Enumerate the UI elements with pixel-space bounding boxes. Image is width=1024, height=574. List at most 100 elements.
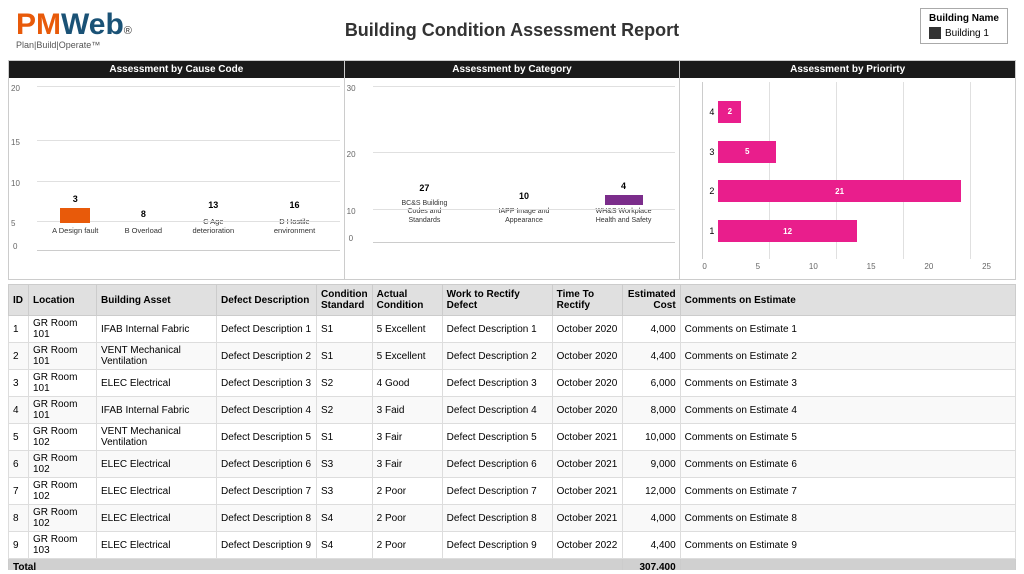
table-row: 6 GR Room 102 ELEC Electrical Defect Des…	[9, 451, 1016, 478]
data-table-section: ID Location Building Asset Defect Descri…	[8, 284, 1016, 570]
bar-d-label: D Hostile environment	[265, 217, 325, 235]
hbar-1-value: 12	[783, 227, 792, 236]
cell-actual: 4 Good	[372, 370, 442, 397]
y-label-15: 15	[11, 138, 20, 147]
cell-cost: 9,000	[622, 451, 680, 478]
table-row: 2 GR Room 101 VENT Mechanical Ventilatio…	[9, 343, 1016, 370]
grid2-10	[373, 209, 676, 210]
bar-b: 8 B Overload	[125, 223, 163, 235]
cell-cond-std: S1	[317, 424, 373, 451]
hbar-label-3: 3	[702, 147, 714, 157]
x-15: 15	[867, 262, 876, 271]
cell-id: 9	[9, 532, 29, 559]
cell-asset: VENT Mechanical Ventilation	[97, 343, 217, 370]
cell-cond-std: S1	[317, 316, 373, 343]
cell-id: 5	[9, 424, 29, 451]
cell-time: October 2021	[552, 505, 622, 532]
table-row: 9 GR Room 103 ELEC Electrical Defect Des…	[9, 532, 1016, 559]
cell-location: GR Room 101	[29, 370, 97, 397]
bar-a-rect: 3	[60, 208, 90, 223]
hbar-label-4: 4	[702, 107, 714, 117]
cell-defect: Defect Description 4	[217, 397, 317, 424]
table-row: 3 GR Room 101 ELEC Electrical Defect Des…	[9, 370, 1016, 397]
logo-pm: PM	[16, 8, 61, 42]
cell-work: Defect Description 3	[442, 370, 552, 397]
bar-c-label: C Age deterioration	[188, 217, 238, 235]
cell-comments: Comments on Estimate 4	[680, 397, 1015, 424]
bar-c-value: 13	[208, 200, 218, 210]
x-5: 5	[756, 262, 760, 271]
cell-defect: Defect Description 3	[217, 370, 317, 397]
cell-asset: ELEC Electrical	[97, 451, 217, 478]
cell-comments: Comments on Estimate 1	[680, 316, 1015, 343]
cell-comments: Comments on Estimate 5	[680, 424, 1015, 451]
cell-actual: 3 Faid	[372, 397, 442, 424]
cell-cond-std: S2	[317, 397, 373, 424]
x-10: 10	[809, 262, 818, 271]
cell-actual: 2 Poor	[372, 532, 442, 559]
cell-cond-std: S3	[317, 478, 373, 505]
x-25: 25	[982, 262, 991, 271]
cell-actual: 5 Excellent	[372, 316, 442, 343]
cell-defect: Defect Description 7	[217, 478, 317, 505]
cat-bar-3: 4 WH&S Workplace Health and Safety	[591, 195, 656, 225]
header: PM Web ® Plan|Build|Operate™ Building Co…	[0, 0, 1024, 60]
page: PM Web ® Plan|Build|Operate™ Building Co…	[0, 0, 1024, 574]
cell-time: October 2021	[552, 424, 622, 451]
hbar-4: 2	[718, 101, 741, 123]
charts-section: Assessment by Cause Code 20 15 10 5 0	[8, 60, 1016, 280]
bar-b-label: B Overload	[125, 226, 163, 235]
cell-defect: Defect Description 2	[217, 343, 317, 370]
cell-actual: 2 Poor	[372, 505, 442, 532]
vgrid-20	[970, 82, 971, 259]
cell-cost: 12,000	[622, 478, 680, 505]
x-20: 20	[924, 262, 933, 271]
cell-comments: Comments on Estimate 7	[680, 478, 1015, 505]
grid-15	[37, 140, 340, 141]
cell-work: Defect Description 9	[442, 532, 552, 559]
hbar-row-2: 2 21	[702, 180, 991, 202]
cell-time: October 2021	[552, 478, 622, 505]
cell-location: GR Room 103	[29, 532, 97, 559]
cell-work: Defect Description 1	[442, 316, 552, 343]
col-header-asset: Building Asset	[97, 285, 217, 316]
legend-color	[929, 27, 941, 39]
cat-bar-3-value: 4	[621, 181, 626, 191]
cell-work: Defect Description 6	[442, 451, 552, 478]
cell-defect: Defect Description 9	[217, 532, 317, 559]
cell-defect: Defect Description 8	[217, 505, 317, 532]
cell-location: GR Room 101	[29, 316, 97, 343]
cell-defect: Defect Description 6	[217, 451, 317, 478]
cat-bar-1: 27 BC&S Building Codes and Standards	[392, 197, 457, 225]
bar-b-value: 8	[141, 209, 146, 219]
col-header-work: Work to Rectify Defect	[442, 285, 552, 316]
x-axis-labels: 0 5 10 15 20 25	[702, 262, 991, 271]
cell-asset: ELEC Electrical	[97, 505, 217, 532]
category-title: Assessment by Category	[345, 61, 680, 78]
cell-time: October 2020	[552, 397, 622, 424]
cat-bar-3-label: WH&S Workplace Health and Safety	[591, 208, 656, 225]
cell-comments: Comments on Estimate 2	[680, 343, 1015, 370]
cell-cond-std: S4	[317, 505, 373, 532]
cell-cond-std: S4	[317, 532, 373, 559]
bar-c: 13 C Age deterioration	[188, 214, 238, 235]
cell-time: October 2022	[552, 532, 622, 559]
logo-web: Web	[61, 8, 124, 42]
hbar-row-1: 1 12	[702, 220, 991, 242]
cell-cond-std: S3	[317, 451, 373, 478]
cell-id: 6	[9, 451, 29, 478]
hbar-label-2: 2	[702, 186, 714, 196]
cell-id: 4	[9, 397, 29, 424]
cell-location: GR Room 102	[29, 451, 97, 478]
cell-comments: Comments on Estimate 8	[680, 505, 1015, 532]
table-header-row: ID Location Building Asset Defect Descri…	[9, 285, 1016, 316]
cell-time: October 2020	[552, 370, 622, 397]
vgrid-15	[903, 82, 904, 259]
table-total-row: Total 307,400	[9, 559, 1016, 571]
grid-0	[37, 250, 340, 251]
col-header-time: Time To Rectify	[552, 285, 622, 316]
bar-container: 3 A Design fault 8 B Overload	[39, 84, 338, 235]
total-label: Total	[9, 559, 623, 571]
total-comments	[680, 559, 1015, 571]
cell-actual: 3 Fair	[372, 424, 442, 451]
